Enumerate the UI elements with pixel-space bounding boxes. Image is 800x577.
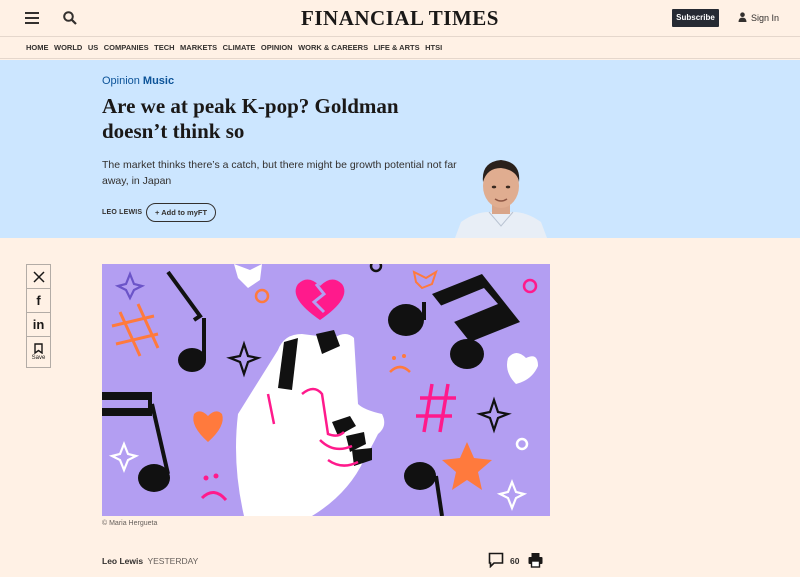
nav-item-climate[interactable]: CLIMATE bbox=[223, 37, 256, 59]
image-credit: © Maria Hergueta bbox=[102, 520, 158, 527]
author-byline[interactable]: LEO LEWIS bbox=[102, 209, 142, 216]
author-name-link[interactable]: Leo Lewis bbox=[102, 556, 143, 566]
sign-in-link[interactable]: Sign In bbox=[738, 12, 779, 23]
save-label: Save bbox=[31, 355, 46, 361]
add-to-myft-label: Add to myFT bbox=[161, 208, 208, 217]
share-toolbar: f in Save bbox=[26, 264, 51, 368]
article-hero: Opinion Music Are we at peak K-pop? Goldm… bbox=[0, 60, 800, 238]
linkedin-icon: in bbox=[32, 317, 45, 332]
subscribe-button[interactable]: Subscribe bbox=[672, 9, 719, 27]
article-illustration bbox=[102, 264, 550, 516]
sign-in-label: Sign In bbox=[751, 13, 780, 23]
nav-item-work-careers[interactable]: WORK & CAREERS bbox=[298, 37, 368, 59]
sad-face-orange bbox=[389, 354, 411, 373]
sad-face-pink bbox=[200, 473, 228, 502]
author-portrait bbox=[455, 160, 547, 238]
facebook-icon: f bbox=[36, 293, 41, 308]
main-nav: HOME WORLD US COMPANIES TECH MARKETS CLI… bbox=[0, 36, 800, 59]
nav-item-htsi[interactable]: HTSI bbox=[425, 37, 442, 59]
search-icon[interactable] bbox=[63, 11, 77, 25]
ft-logo[interactable]: FINANCIAL TIMES bbox=[250, 6, 550, 31]
share-linkedin-button[interactable]: in bbox=[26, 312, 51, 337]
nav-item-life-arts[interactable]: LIFE & ARTS bbox=[374, 37, 420, 59]
article-kicker: Opinion Music bbox=[102, 75, 174, 87]
nav-item-home[interactable]: HOME bbox=[26, 37, 49, 59]
nav-item-companies[interactable]: COMPANIES bbox=[104, 37, 149, 59]
article-meta: Leo Lewis YESTERDAY bbox=[102, 556, 198, 566]
add-to-myft-button[interactable]: + Add to myFT bbox=[146, 203, 217, 222]
article-headline: Are we at peak K-pop? Goldman doesn’t th… bbox=[102, 94, 399, 143]
comments-icon[interactable] bbox=[488, 552, 504, 568]
print-icon[interactable] bbox=[528, 552, 543, 568]
save-button[interactable]: Save bbox=[26, 336, 51, 368]
share-x-button[interactable] bbox=[26, 264, 51, 289]
article-standfirst: The market thinks there’s a catch, but t… bbox=[102, 159, 457, 187]
nav-item-markets[interactable]: MARKETS bbox=[180, 37, 217, 59]
nav-item-world[interactable]: WORLD bbox=[54, 37, 82, 59]
comment-count[interactable]: 60 bbox=[510, 556, 519, 566]
bookmark-icon bbox=[34, 343, 43, 354]
section-link[interactable]: Opinion bbox=[102, 75, 140, 87]
nav-item-tech[interactable]: TECH bbox=[154, 37, 174, 59]
menu-icon[interactable] bbox=[25, 12, 39, 24]
topic-link[interactable]: Music bbox=[143, 75, 174, 87]
publish-time: YESTERDAY bbox=[147, 556, 199, 566]
share-facebook-button[interactable]: f bbox=[26, 288, 51, 313]
x-icon bbox=[32, 270, 45, 283]
k-pop-hand-illustration bbox=[102, 264, 538, 516]
person-icon bbox=[738, 12, 747, 22]
nav-item-opinion[interactable]: OPINION bbox=[261, 37, 293, 59]
plus-icon: + bbox=[155, 208, 160, 217]
nav-item-us[interactable]: US bbox=[88, 37, 98, 59]
site-header: FINANCIAL TIMES Subscribe Sign In bbox=[0, 0, 800, 36]
